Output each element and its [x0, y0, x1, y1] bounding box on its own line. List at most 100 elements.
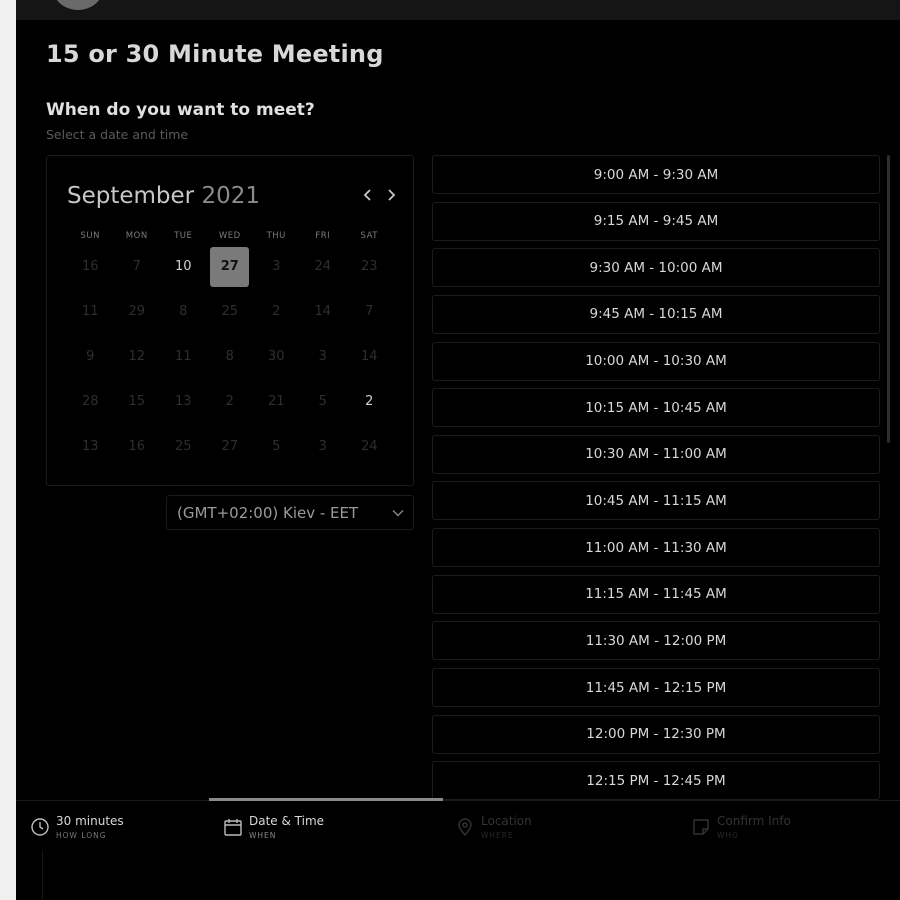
weekday-header: SUN MON TUE WED THU FRI SAT: [67, 231, 390, 241]
time-slot-button[interactable]: 10:15 AM - 10:45 AM: [432, 388, 880, 428]
calendar-day: 27: [207, 424, 254, 469]
divider: [42, 850, 43, 900]
time-slot-list: 9:00 AM - 9:30 AM 9:15 AM - 9:45 AM 9:30 A…: [432, 155, 880, 800]
time-slot-button[interactable]: 9:30 AM - 10:00 AM: [432, 248, 880, 288]
calendar-day-number: 8: [225, 349, 234, 364]
calendar-day: 5: [300, 379, 347, 424]
calendar-day[interactable]: 10: [160, 244, 207, 289]
time-slot-button[interactable]: 11:30 AM - 12:00 PM: [432, 621, 880, 661]
time-slot-button[interactable]: 10:45 AM - 11:15 AM: [432, 481, 880, 521]
weekday-label: MON: [125, 231, 148, 241]
top-bar: [16, 0, 900, 20]
tab-sublabel: WHERE: [481, 831, 514, 840]
step-tabs: 30 minutes HOW LONG Date & Time WHEN Loc…: [16, 798, 900, 900]
tab-label: Date & Time: [249, 814, 325, 828]
time-slot-button[interactable]: 11:45 AM - 12:15 PM: [432, 668, 880, 708]
calendar-day-number: 2: [272, 304, 281, 319]
time-slot-button[interactable]: 9:00 AM - 9:30 AM: [432, 155, 880, 194]
calendar-day-number: 16: [128, 439, 146, 454]
calendar-day-number: 27: [210, 246, 250, 287]
tab-when[interactable]: Date & Time WHEN: [223, 811, 373, 851]
calendar-day: 11: [67, 289, 114, 334]
time-slot-button[interactable]: 10:00 AM - 10:30 AM: [432, 341, 880, 381]
timezone-value: (GMT+02:00) Kiev - EET: [177, 504, 359, 522]
time-slot-button[interactable]: 12:15 PM - 12:45 PM: [432, 761, 880, 800]
section-hint: Select a date and time: [46, 127, 189, 142]
calendar-day-number: 2: [225, 394, 234, 409]
active-tab-indicator: [209, 798, 443, 801]
calendar-day-number: 14: [360, 349, 378, 364]
calendar-day: 3: [300, 334, 347, 379]
calendar-day-number: 27: [221, 439, 239, 454]
calendar-day-number: 3: [318, 439, 327, 454]
time-slot-button[interactable]: 9:15 AM - 9:45 AM: [432, 201, 880, 241]
calendar-day: 23: [346, 244, 393, 289]
weekday-label: TUE: [174, 231, 193, 241]
calendar-day-number: 23: [360, 259, 378, 274]
time-slot-button[interactable]: 11:00 AM - 11:30 AM: [432, 528, 880, 568]
calendar-day: 21: [253, 379, 300, 424]
tab-label: Location: [481, 814, 532, 828]
calendar-day-number: 21: [267, 394, 285, 409]
calendar-day: 3: [253, 244, 300, 289]
tab-label: 30 minutes: [56, 814, 124, 828]
scheduler-page: 15 or 30 Minute Meeting When do you want…: [16, 0, 900, 900]
chevron-left-icon: [363, 189, 371, 201]
calendar-day: 8: [207, 334, 254, 379]
calendar-day: 3: [300, 424, 347, 469]
calendar-day-number: 15: [128, 394, 146, 409]
calendar-day-number: 3: [272, 259, 281, 274]
calendar-day-number: 24: [360, 439, 378, 454]
time-slot-scrollbar[interactable]: [887, 155, 890, 443]
calendar-day: 5: [253, 424, 300, 469]
weekday-label: THU: [266, 231, 286, 241]
calendar-day: 2: [207, 379, 254, 424]
calendar-day-number: 7: [132, 259, 141, 274]
calendar-day-number: 16: [81, 259, 99, 274]
calendar-day-number: 7: [365, 304, 374, 319]
calendar-day-number: 13: [81, 439, 99, 454]
chevron-right-icon: [388, 189, 396, 201]
tab-how-long[interactable]: 30 minutes HOW LONG: [30, 811, 180, 851]
time-slot-button[interactable]: 12:00 PM - 12:30 PM: [432, 714, 880, 754]
calendar-year: 2021: [201, 183, 260, 209]
note-icon: [693, 819, 709, 835]
weekday-label: FRI: [315, 231, 331, 241]
calendar-day: 7: [114, 244, 161, 289]
tab-sublabel: WHEN: [249, 831, 277, 840]
calendar-day: 29: [114, 289, 161, 334]
weekday-label: SUN: [80, 231, 100, 241]
location-pin-icon: [458, 818, 472, 837]
calendar-day[interactable]: 2: [346, 379, 393, 424]
calendar-day-selected[interactable]: 27: [207, 244, 254, 289]
calendar-day: 25: [160, 424, 207, 469]
calendar-day: 15: [114, 379, 161, 424]
calendar-day-number: 29: [128, 304, 146, 319]
calendar-day-number: 14: [314, 304, 332, 319]
tab-who[interactable]: Confirm Info WHO: [691, 811, 841, 851]
calendar-day: 13: [67, 424, 114, 469]
time-slot-button[interactable]: 11:15 AM - 11:45 AM: [432, 574, 880, 614]
calendar-grid: 16 7 10 27 3 24 23 11 29 8 25 2 14 7 9 12 11 8 30 3 14 28 15 13…: [67, 244, 390, 469]
weekday-label: WED: [218, 231, 241, 241]
tab-where[interactable]: Location WHERE: [455, 811, 605, 851]
calendar-day-number: 3: [318, 349, 327, 364]
calendar-day-number: 11: [174, 349, 192, 364]
calendar-day: 16: [114, 424, 161, 469]
prev-month-button[interactable]: [360, 185, 376, 205]
calendar-day-number: 24: [314, 259, 332, 274]
time-slot-button[interactable]: 10:30 AM - 11:00 AM: [432, 434, 880, 474]
timezone-select[interactable]: (GMT+02:00) Kiev - EET: [166, 495, 414, 530]
next-month-button[interactable]: [383, 185, 399, 205]
time-slot-button[interactable]: 9:45 AM - 10:15 AM: [432, 294, 880, 334]
avatar: [52, 0, 104, 10]
calendar-day-number: 30: [267, 349, 285, 364]
calendar-day: 14: [300, 289, 347, 334]
calendar-day-number: 25: [174, 439, 192, 454]
calendar-day: 16: [67, 244, 114, 289]
calendar-day: 13: [160, 379, 207, 424]
calendar-day: 9: [67, 334, 114, 379]
tab-label: Confirm Info: [717, 814, 791, 828]
calendar-day-number: 8: [179, 304, 188, 319]
calendar-day: 28: [67, 379, 114, 424]
